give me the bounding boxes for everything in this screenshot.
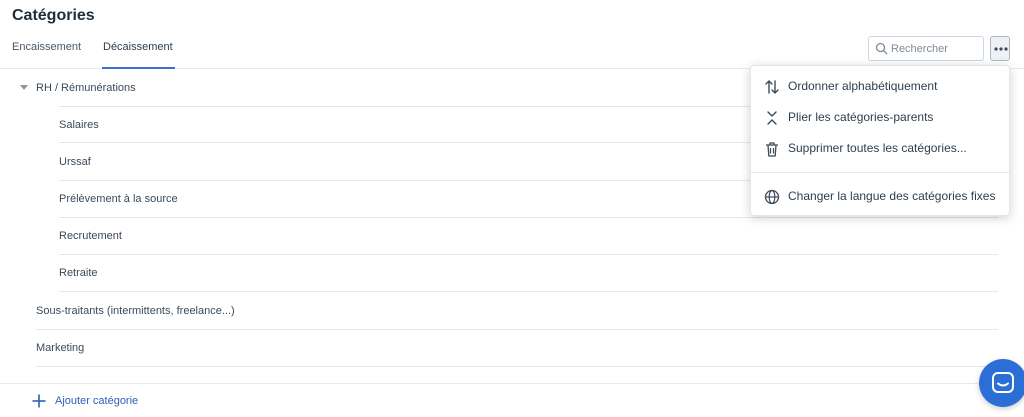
more-options-button[interactable] — [990, 36, 1010, 61]
menu-item-collapse-parents[interactable]: Plier les catégories-parents — [751, 102, 1009, 133]
list-item[interactable]: Recrutement — [59, 218, 998, 255]
more-dots-icon — [994, 47, 1008, 51]
options-dropdown-menu: Ordonner alphabétiquement Plier les caté… — [750, 65, 1010, 216]
tab-encaissement[interactable]: Encaissement — [12, 41, 81, 69]
caret-down-icon[interactable] — [20, 85, 28, 90]
search-input[interactable] — [891, 40, 979, 57]
menu-item-label: Ordonner alphabétiquement — [788, 79, 938, 93]
category-label: Salaires — [59, 118, 99, 131]
menu-item-sort-alphabetically[interactable]: Ordonner alphabétiquement — [751, 71, 1009, 102]
list-item[interactable]: Marketing — [36, 330, 998, 367]
menu-item-label: Changer la langue des catégories fixes — [788, 189, 996, 203]
category-label: Sous-traitants (intermittents, freelance… — [36, 305, 235, 317]
list-item[interactable]: Retraite — [59, 255, 998, 292]
add-category-label: Ajouter catégorie — [55, 395, 139, 407]
menu-divider — [751, 172, 1009, 173]
menu-item-label: Supprimer toutes les catégories... — [788, 141, 967, 155]
category-label: Prélèvement à la source — [59, 193, 178, 205]
chat-icon — [992, 372, 1014, 393]
search-icon — [875, 42, 888, 55]
chat-launcher-button[interactable] — [979, 359, 1024, 407]
trash-icon — [766, 142, 778, 157]
search-field[interactable] — [868, 36, 984, 61]
footer-bar: Ajouter catégorie — [0, 383, 1024, 417]
collapse-icon — [767, 111, 777, 125]
sort-arrows-icon — [765, 80, 779, 94]
globe-icon — [764, 189, 780, 205]
tab-decaissement[interactable]: Décaissement — [102, 41, 175, 69]
category-label: Recrutement — [59, 230, 122, 242]
category-label: Urssaf — [59, 156, 91, 168]
add-category-button[interactable]: Ajouter catégorie — [32, 394, 138, 408]
menu-item-change-language[interactable]: Changer la langue des catégories fixes — [751, 181, 1009, 212]
menu-item-delete-all[interactable]: Supprimer toutes les catégories... — [751, 133, 1009, 164]
category-label: Retraite — [59, 267, 98, 279]
list-item[interactable]: Sous-traitants (intermittents, freelance… — [36, 293, 998, 330]
page-title: Catégories — [12, 7, 95, 24]
category-label: RH / Rémunérations — [36, 81, 136, 94]
plus-icon — [32, 394, 46, 408]
menu-item-label: Plier les catégories-parents — [788, 110, 934, 124]
category-label: Marketing — [36, 342, 85, 354]
